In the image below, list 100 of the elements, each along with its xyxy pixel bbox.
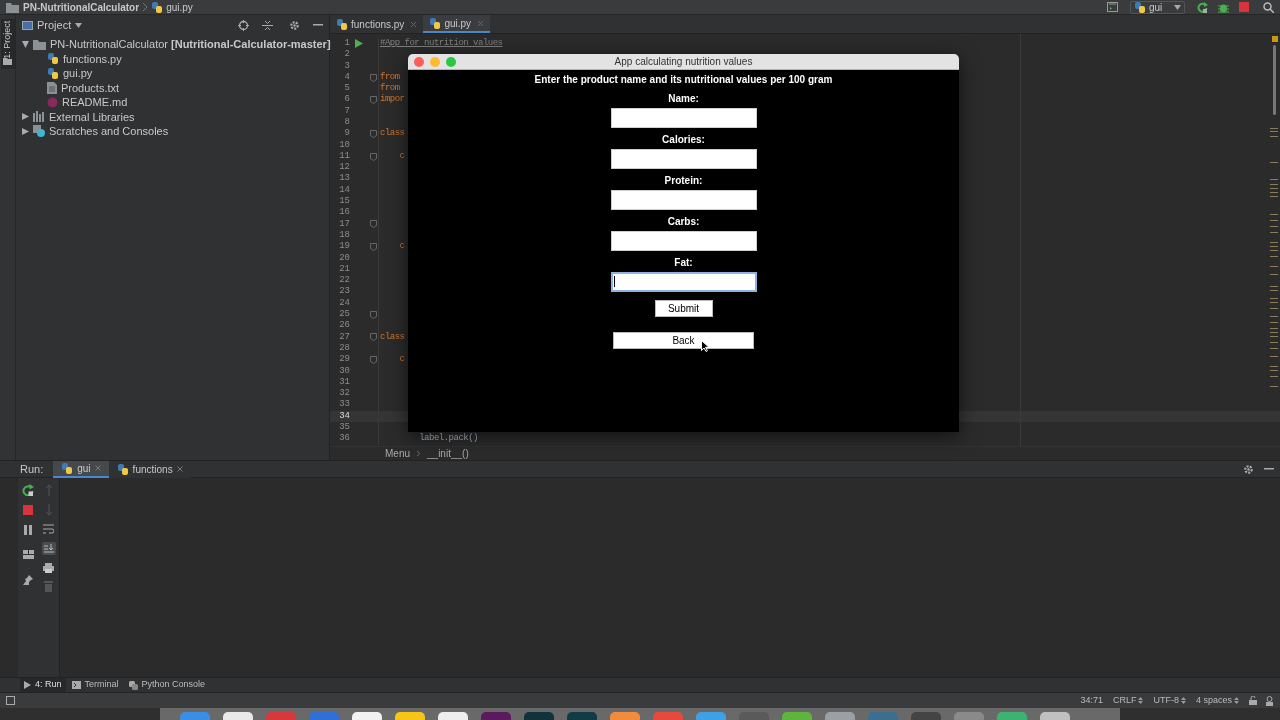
line-number: 26: [338, 319, 350, 333]
breadcrumb-item[interactable]: __init__(): [427, 446, 469, 461]
tree-item[interactable]: PN-NutritionalCalculator [Nutritional-Calculator-master]: [50, 36, 331, 53]
scroll-to-end-icon[interactable]: [41, 542, 56, 555]
status-item[interactable]: 34:71: [1080, 693, 1103, 708]
input-field[interactable]: [610, 190, 757, 210]
code-line: #App for nutrition values: [380, 36, 503, 50]
field-label: Carbs:: [667, 214, 700, 229]
form-heading: Enter the product name and its nutritional values per 100 gram: [534, 73, 833, 87]
python-icon: [1134, 0, 1146, 14]
project-side-tab[interactable]: 1: Project: [0, 19, 15, 69]
rerun-icon[interactable]: [1197, 1, 1208, 13]
line-number: 22: [338, 274, 350, 287]
line-number: 33: [338, 398, 350, 412]
status-item[interactable]: 4 spaces: [1195, 693, 1232, 708]
python-file-icon: [47, 52, 59, 66]
collapsed-arrow-icon[interactable]: [22, 127, 29, 135]
input-field[interactable]: [610, 108, 757, 128]
fold-icon[interactable]: [369, 130, 377, 138]
soft-wrap-icon[interactable]: [43, 524, 54, 534]
close-icon[interactable]: [176, 466, 183, 472]
input-field[interactable]: [610, 149, 757, 169]
tool-window-tab[interactable]: Python Console: [124, 677, 210, 693]
panel-title[interactable]: Project: [37, 16, 72, 34]
line-number: 31: [338, 375, 350, 389]
trash-icon[interactable]: [44, 581, 53, 592]
run-icon: [24, 681, 31, 689]
up-down-caret-icon: [1234, 697, 1239, 704]
status-item[interactable]: UTF-8: [1153, 693, 1179, 708]
settings-icon[interactable]: [1243, 463, 1254, 475]
line-number: 25: [338, 308, 350, 321]
tree-item[interactable]: External Libraries: [49, 108, 135, 125]
python-console-icon: [128, 680, 138, 690]
locate-icon[interactable]: [238, 19, 249, 31]
code-line: from: [380, 70, 400, 83]
tree-item[interactable]: gui.py: [63, 65, 93, 82]
fold-icon[interactable]: [369, 152, 377, 161]
close-icon[interactable]: [477, 19, 485, 27]
line-number: 6: [343, 93, 350, 107]
fold-icon[interactable]: [369, 333, 377, 342]
run-config-dropdown[interactable]: gui: [1130, 0, 1185, 14]
collapse-icon[interactable]: [262, 19, 273, 31]
run-tab[interactable]: gui: [53, 460, 109, 478]
panel-icon: [22, 20, 33, 30]
field-label: Name:: [668, 91, 699, 106]
tree-item[interactable]: Products.txt: [61, 79, 120, 96]
terminal-icon: [71, 681, 81, 689]
back-button[interactable]: Back: [613, 332, 754, 349]
minimize-icon[interactable]: [1264, 468, 1274, 470]
run-icon[interactable]: [355, 39, 363, 49]
close-icon[interactable]: [94, 465, 101, 471]
line-number: 32: [338, 387, 350, 400]
collapsed-arrow-icon[interactable]: [22, 113, 29, 121]
minimize-icon[interactable]: [313, 24, 323, 26]
fold-icon[interactable]: [369, 310, 377, 319]
project-breadcrumb[interactable]: PN-NutritionalCalculator: [23, 0, 140, 15]
editor-tab[interactable]: gui.py: [423, 15, 491, 33]
layout-icon[interactable]: [22, 550, 34, 559]
line-number: 15: [338, 195, 350, 208]
field-label: Calories:: [662, 132, 705, 147]
print-icon[interactable]: [43, 563, 54, 573]
lock-icon[interactable]: [1249, 696, 1257, 705]
tool-window-tab[interactable]: 4: Run: [20, 677, 66, 693]
line-number: 9: [343, 127, 350, 141]
close-icon[interactable]: [410, 20, 418, 28]
tree-item[interactable]: README.md: [62, 94, 128, 111]
file-breadcrumb[interactable]: gui.py: [166, 0, 193, 15]
input-field[interactable]: [610, 272, 757, 292]
fold-icon[interactable]: [369, 355, 377, 364]
expanded-arrow-icon[interactable]: [22, 40, 29, 48]
status-item[interactable]: CRLF: [1112, 693, 1137, 708]
search-icon[interactable]: [1263, 1, 1274, 13]
fold-icon[interactable]: [369, 96, 377, 105]
up-arrow-icon[interactable]: [44, 484, 53, 496]
rerun-icon[interactable]: [22, 484, 34, 496]
terminal-window-icon[interactable]: [1107, 2, 1118, 12]
breadcrumb-item[interactable]: Menu: [385, 446, 410, 461]
window-minimize-icon[interactable]: [430, 56, 440, 67]
window-zoom-icon[interactable]: [446, 56, 456, 67]
code-line: c: [398, 149, 405, 163]
tree-item[interactable]: Scratches and Consoles: [49, 123, 169, 140]
folder-icon: [3, 57, 12, 65]
down-arrow-icon[interactable]: [44, 504, 53, 516]
line-number: 27: [338, 330, 350, 344]
settings-icon[interactable]: [289, 19, 300, 31]
window-close-icon[interactable]: [414, 56, 424, 67]
line-number: 23: [338, 285, 350, 299]
fold-icon[interactable]: [369, 73, 377, 82]
submit-button[interactable]: Submit: [654, 300, 713, 317]
tool-window-tab[interactable]: Terminal: [67, 677, 123, 693]
fold-icon[interactable]: [369, 243, 377, 251]
pause-icon[interactable]: [24, 525, 32, 535]
tool-windows-icon[interactable]: [6, 696, 15, 705]
editor-tab[interactable]: functions.py: [330, 15, 424, 33]
fold-icon[interactable]: [369, 220, 377, 229]
markdown-file-icon: [47, 96, 58, 108]
python-file-icon: [116, 462, 129, 476]
pin-icon[interactable]: [23, 575, 33, 585]
tree-item[interactable]: functions.py: [63, 50, 122, 67]
input-field[interactable]: [610, 231, 757, 251]
